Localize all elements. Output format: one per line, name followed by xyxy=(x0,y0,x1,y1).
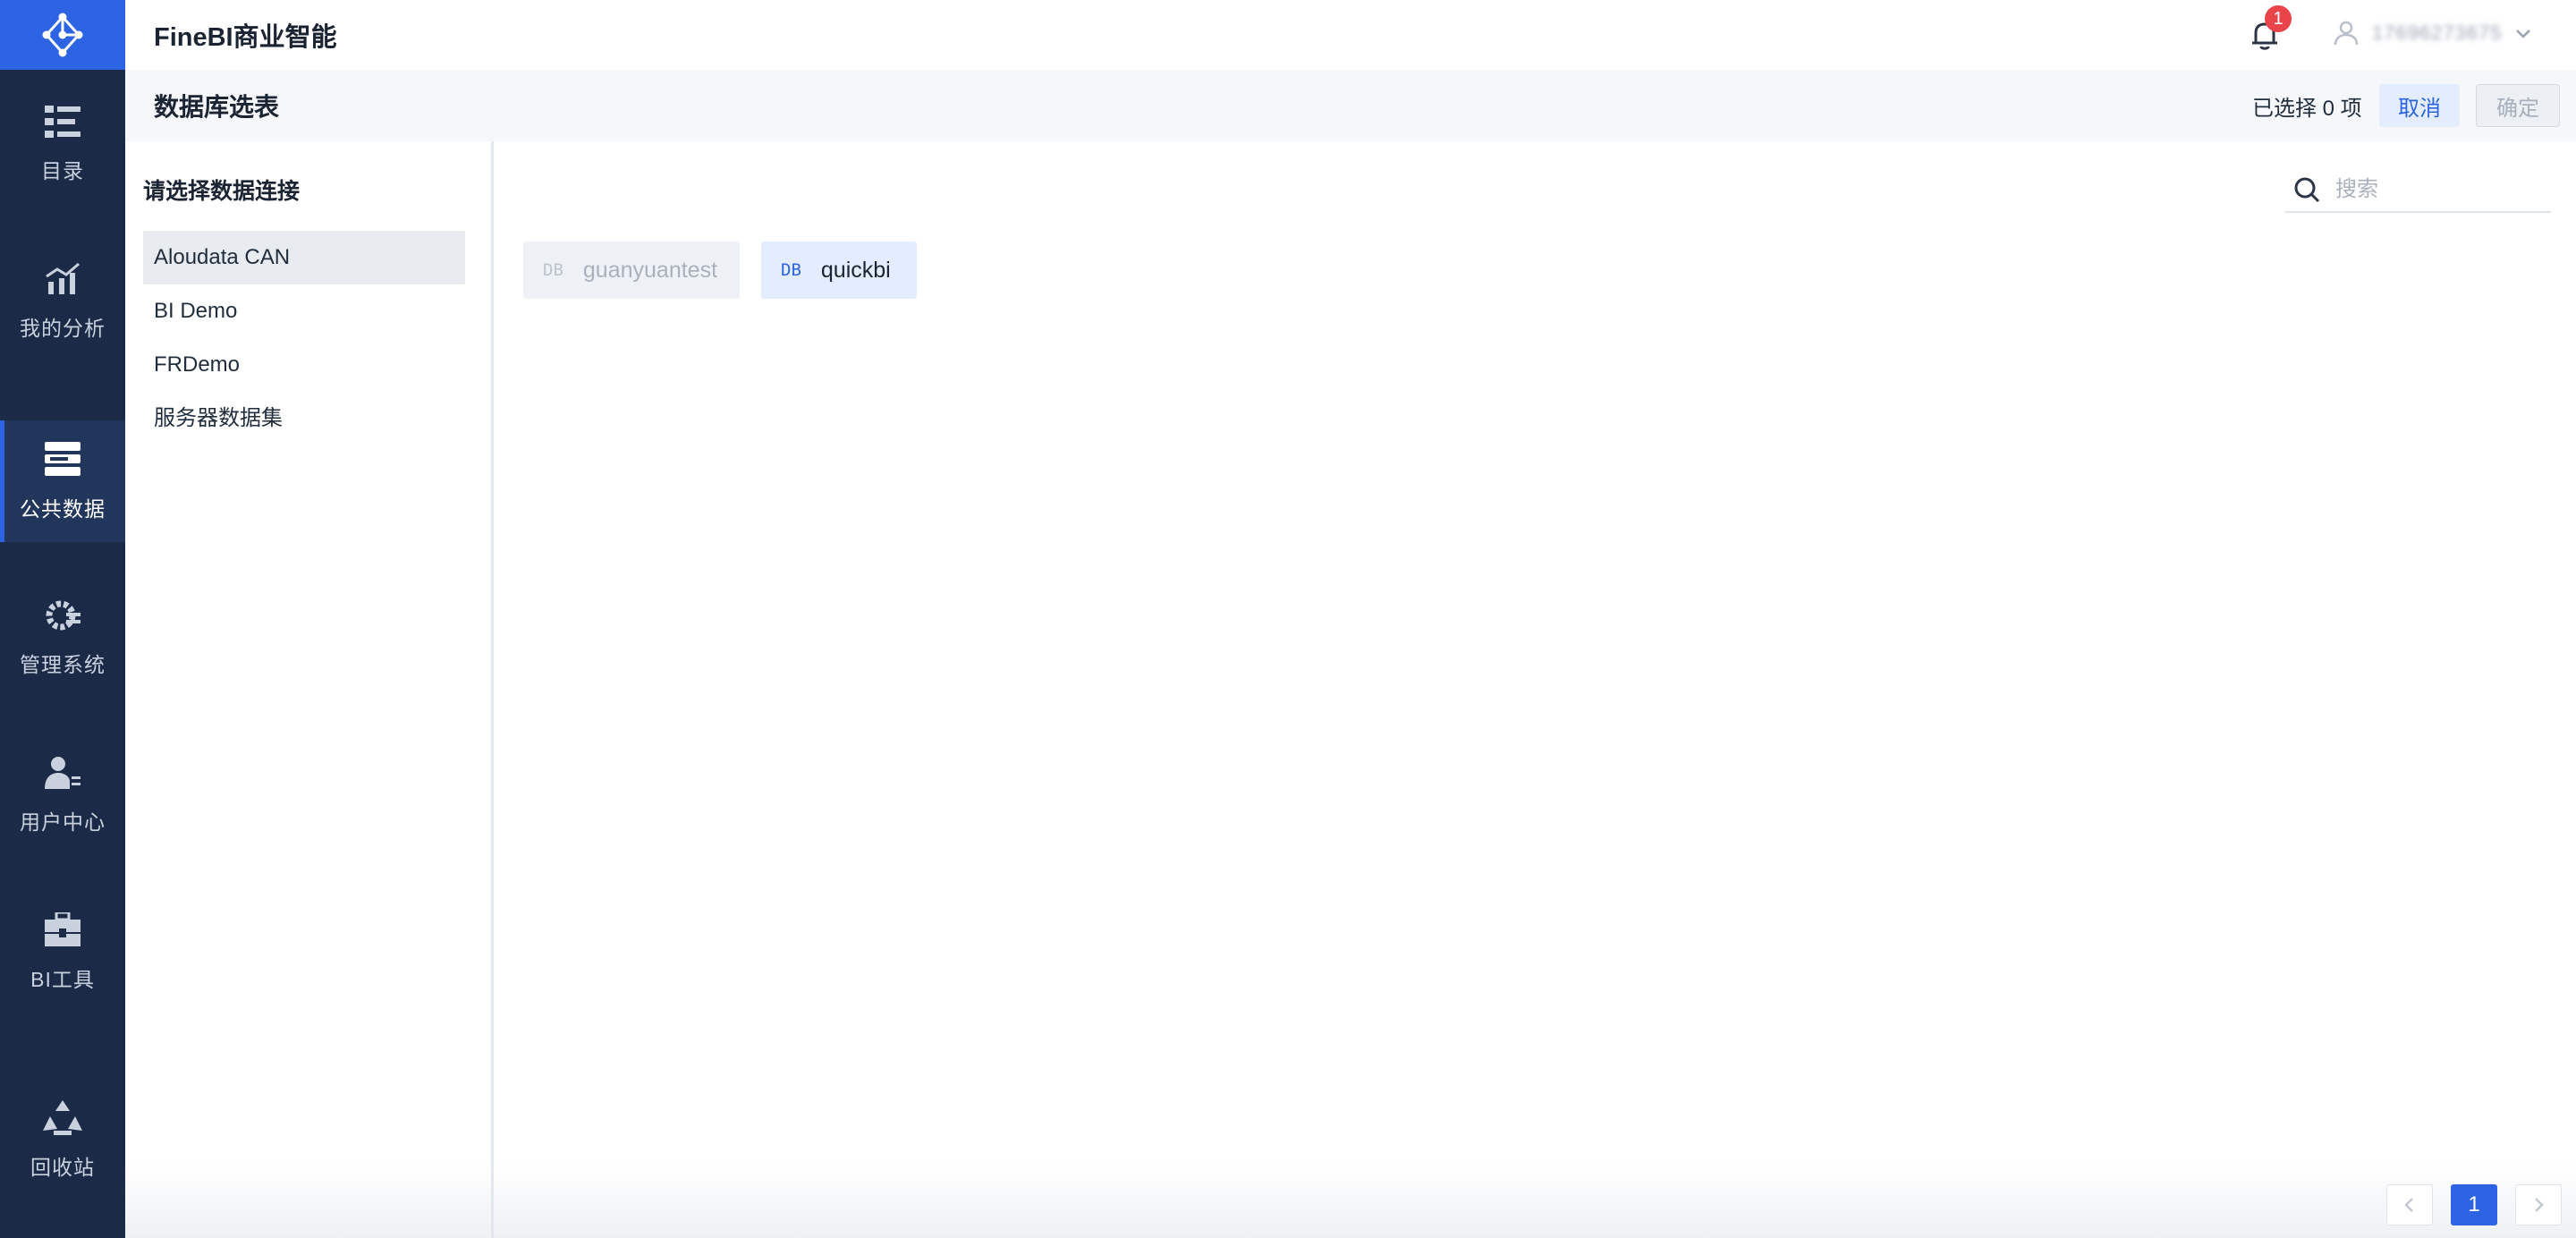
chevron-down-icon xyxy=(2515,30,2530,38)
recycle-icon xyxy=(43,1098,82,1138)
gear-icon xyxy=(43,596,82,635)
search-icon xyxy=(2294,177,2320,203)
search-box[interactable] xyxy=(2285,168,2551,213)
database-card-quickbi[interactable]: DB quickbi xyxy=(761,242,917,299)
search-input[interactable] xyxy=(2335,177,2532,202)
sidebar-item-label: 我的分析 xyxy=(20,317,106,340)
page-title: 数据库选表 xyxy=(154,93,280,121)
sidebar-item-label: 管理系统 xyxy=(20,653,106,676)
sidebar-item-label: 公共数据 xyxy=(20,497,106,521)
pagination-prev-button[interactable] xyxy=(2386,1184,2433,1225)
connection-item-frdemo[interactable]: FRDemo xyxy=(143,338,465,392)
pagination-page[interactable]: 1 xyxy=(2451,1184,2497,1225)
connection-item-server-dataset[interactable]: 服务器数据集 xyxy=(143,392,465,445)
sidebar-item-bi-tools[interactable]: BI工具 xyxy=(0,891,125,1013)
notification-badge: 1 xyxy=(2265,5,2292,32)
public-data-icon xyxy=(43,440,82,479)
connection-item-aloudata-can[interactable]: Aloudata CAN xyxy=(143,231,465,284)
sidebar-item-my-analysis[interactable]: 我的分析 xyxy=(0,240,125,361)
connection-item-bi-demo[interactable]: BI Demo xyxy=(143,284,465,338)
toolbox-icon xyxy=(43,911,82,950)
connection-panel-title: 请选择数据连接 xyxy=(143,179,301,204)
title-bar: 数据库选表 已选择 0 项 取消 确定 xyxy=(125,70,2576,141)
logo-icon xyxy=(42,13,83,57)
catalog-icon xyxy=(43,102,82,141)
user-center-icon xyxy=(43,753,82,793)
sidebar-item-recycle-bin[interactable]: 回收站 xyxy=(0,1079,125,1200)
cancel-button[interactable]: 取消 xyxy=(2379,84,2460,127)
top-header: FineBI商业智能 1 17696273675 xyxy=(125,0,2576,70)
sidebar: 目录 我的分析 公共数据 管理系统 用户中心 BI工具 回收站 xyxy=(0,0,125,1238)
sidebar-item-public-data[interactable]: 公共数据 xyxy=(0,420,125,542)
sidebar-item-catalog[interactable]: 目录 xyxy=(0,82,125,204)
sidebar-item-label: 目录 xyxy=(41,159,84,182)
sidebar-item-label: 回收站 xyxy=(30,1156,95,1179)
sidebar-item-label: BI工具 xyxy=(30,968,95,991)
database-area: DB guanyuantest DB quickbi xyxy=(496,141,2576,1238)
chevron-right-icon xyxy=(2535,1198,2544,1212)
user-name: 17696273675 xyxy=(2372,21,2503,44)
database-icon: DB xyxy=(781,260,801,280)
selected-count: 已选择 0 项 xyxy=(2252,96,2362,121)
connection-list: Aloudata CAN BI Demo FRDemo 服务器数据集 xyxy=(143,231,465,445)
app-root: 目录 我的分析 公共数据 管理系统 用户中心 BI工具 回收站 FineBI商业… xyxy=(0,0,2576,1238)
sidebar-item-label: 用户中心 xyxy=(20,810,106,834)
user-menu[interactable]: 17696273675 xyxy=(2333,20,2533,47)
confirm-button[interactable]: 确定 xyxy=(2476,84,2560,127)
avatar-icon xyxy=(2334,21,2359,46)
chevron-left-icon xyxy=(2404,1198,2413,1212)
database-name: quickbi xyxy=(820,257,891,283)
connection-panel: 请选择数据连接 Aloudata CAN BI Demo FRDemo 服务器数… xyxy=(125,141,494,1238)
database-card-guanyuantest[interactable]: DB guanyuantest xyxy=(523,242,740,299)
database-name: guanyuantest xyxy=(582,257,718,283)
database-icon: DB xyxy=(543,260,564,280)
brand-title: FineBI商业智能 xyxy=(154,23,337,52)
app-logo[interactable] xyxy=(0,0,125,70)
sidebar-item-user-center[interactable]: 用户中心 xyxy=(0,733,125,855)
pagination-next-button[interactable] xyxy=(2515,1184,2562,1225)
analysis-chart-icon xyxy=(43,259,82,299)
sidebar-item-management[interactable]: 管理系统 xyxy=(0,576,125,698)
